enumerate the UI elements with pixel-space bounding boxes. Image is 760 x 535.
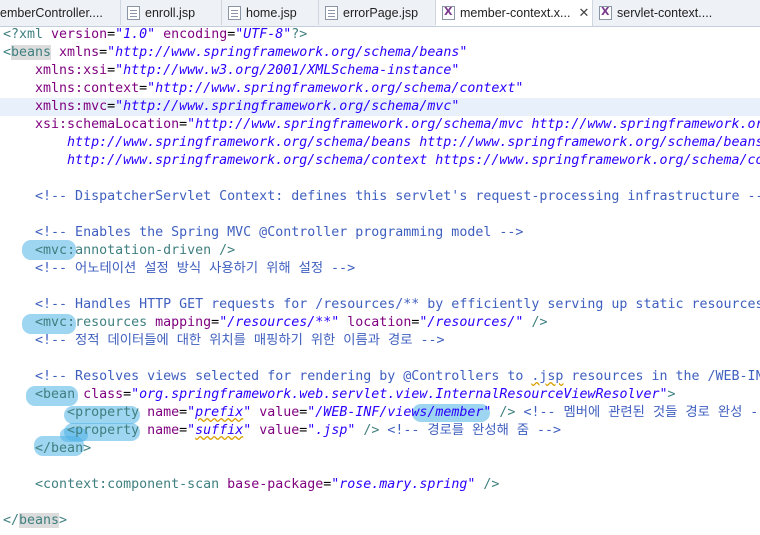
xml-file-icon: [442, 5, 455, 20]
code-line: xmlns:context="http://www.springframewor…: [35, 81, 524, 96]
tab-home-jsp[interactable]: home.jsp: [222, 0, 319, 25]
code-line: </bean>: [35, 441, 92, 456]
tab-member-context-xml[interactable]: member-context.x... ✕: [436, 0, 593, 26]
code-line: <!-- Resolves views selected for renderi…: [35, 369, 760, 384]
tab-label: member-context.x...: [460, 6, 571, 20]
tab-errorpage-jsp[interactable]: errorPage.jsp: [319, 0, 436, 25]
tab-label: servlet-context....: [617, 5, 713, 20]
close-icon[interactable]: ✕: [578, 6, 589, 21]
code-line: <mvc:resources mapping="/resources/**" l…: [35, 315, 548, 330]
jsp-file-icon: [228, 5, 241, 20]
code-line: xsi:schemaLocation="http://www.springfra…: [35, 117, 760, 132]
code-line: <!-- Handles HTTP GET requests for /reso…: [35, 297, 760, 312]
tab-label: home.jsp: [246, 5, 297, 20]
code-line: xmlns:xsi="http://www.w3.org/2001/XMLSch…: [35, 63, 460, 78]
code-line: <?xml version="1.0" encoding="UTF-8"?>: [3, 27, 308, 42]
code-line: <!-- DispatcherServlet Context: defines …: [35, 189, 760, 204]
xml-file-icon: [599, 5, 612, 20]
tab-label: errorPage.jsp: [343, 5, 419, 20]
code-line: </beans>: [3, 513, 68, 528]
editor-tab-bar: emberController.... enroll.jsp home.jsp …: [0, 0, 760, 27]
code-line: <!-- Enables the Spring MVC @Controller …: [35, 225, 524, 240]
code-line: http://www.springframework.org/schema/be…: [67, 135, 760, 150]
tab-servlet-context-xml[interactable]: servlet-context....: [593, 0, 760, 25]
code-line: <!-- 정적 데이터들에 대한 위치를 매핑하기 위한 이름과 경로 -->: [35, 333, 445, 348]
code-line: <property name="prefix" value="/WEB-INF/…: [67, 405, 760, 420]
code-line: http://www.springframework.org/schema/co…: [67, 153, 760, 168]
xml-editor[interactable]: <?xml version="1.0" encoding="UTF-8"?> <…: [0, 26, 760, 535]
tab-label: enroll.jsp: [145, 5, 196, 20]
tab-enroll-jsp[interactable]: enroll.jsp: [121, 0, 222, 25]
tab-label: emberController....: [0, 5, 103, 20]
jsp-file-icon: [127, 5, 140, 20]
tab-member-controller[interactable]: emberController....: [0, 0, 121, 25]
code-line: <beans xmlns="http://www.springframework…: [3, 45, 468, 60]
code-line: <bean class="org.springframework.web.ser…: [35, 387, 676, 402]
code-line: <mvc:annotation-driven />: [35, 243, 236, 258]
code-line: <context:component-scan base-package="ro…: [35, 477, 500, 492]
code-line: <!-- 어노테이션 설정 방식 사용하기 위해 설정 -->: [35, 261, 356, 276]
jsp-file-icon: [325, 5, 338, 20]
code-line: <property name="suffix" value=".jsp" /> …: [67, 423, 562, 438]
code-line-current: xmlns:mvc="http://www.springframework.or…: [0, 98, 760, 116]
